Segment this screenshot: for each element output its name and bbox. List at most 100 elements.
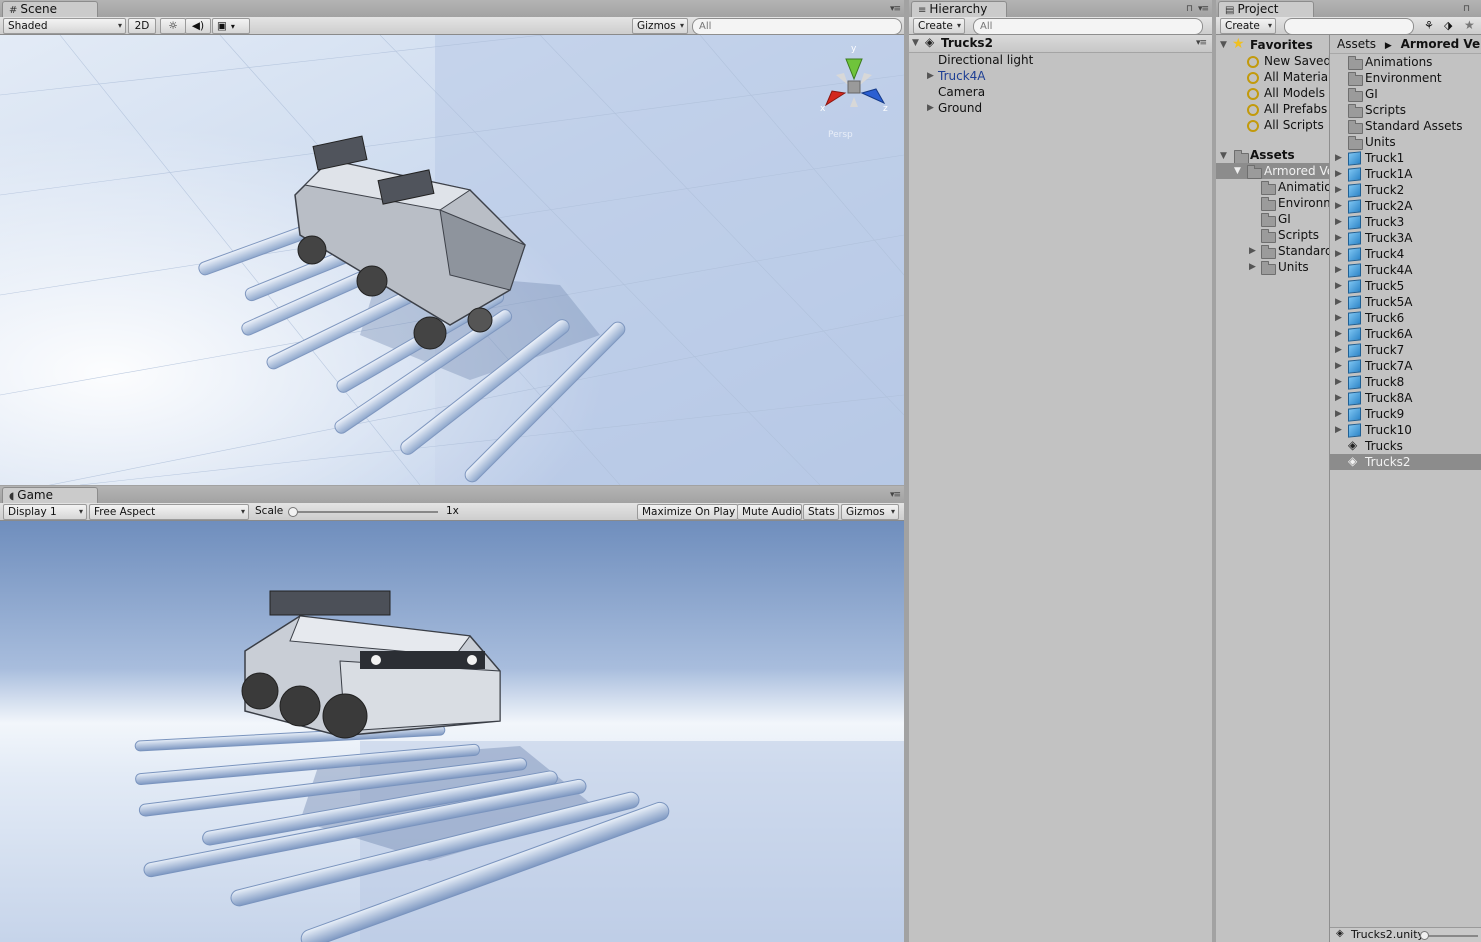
expand-arrow-icon[interactable]: ▼ <box>912 35 919 51</box>
asset-prefab[interactable]: ▶ Truck3 <box>1330 214 1481 230</box>
breadcrumb-current[interactable]: Armored Vehicles <box>1401 37 1481 51</box>
asset-folder[interactable]: Units <box>1330 134 1481 150</box>
tree-item-armored-vehicles[interactable]: ▼ Armored Vehicles <box>1216 163 1329 179</box>
asset-prefab[interactable]: ▶ Truck9 <box>1330 406 1481 422</box>
asset-prefab[interactable]: ▶ Truck6A <box>1330 326 1481 342</box>
favorite-item[interactable]: All Models <box>1216 85 1329 101</box>
hierarchy-create-dropdown[interactable]: Create <box>913 18 965 34</box>
hierarchy-item[interactable]: ▶ Ground <box>909 100 1212 116</box>
hierarchy-item[interactable]: Directional light <box>909 52 1212 68</box>
asset-folder[interactable]: Environment <box>1330 70 1481 86</box>
aspect-dropdown[interactable]: Free Aspect <box>89 504 249 520</box>
hierarchy-scene-root[interactable]: ▼ ◈ Trucks2 ▾≡ <box>909 35 1212 53</box>
hierarchy-search-input[interactable] <box>973 18 1203 35</box>
expand-arrow-icon[interactable]: ▶ <box>1249 259 1256 275</box>
tree-folder-item[interactable]: ▶ Standard Assets <box>1216 243 1329 259</box>
scale-slider[interactable] <box>288 507 438 517</box>
expand-arrow-icon[interactable]: ▶ <box>1335 342 1342 358</box>
favorite-item[interactable]: All Materials <box>1216 69 1329 85</box>
tab-scene[interactable]: # Scene <box>2 1 98 18</box>
assets-label[interactable]: Assets <box>1250 147 1295 163</box>
asset-prefab[interactable]: ▶ Truck4 <box>1330 246 1481 262</box>
expand-arrow-icon[interactable]: ▶ <box>1335 358 1342 374</box>
expand-arrow-icon[interactable]: ▶ <box>1335 294 1342 310</box>
effects-toggle[interactable]: ▣ ▾ <box>212 18 250 34</box>
panel-menu-icon[interactable]: ▾≡ <box>890 490 901 500</box>
expand-arrow-icon[interactable]: ▶ <box>1335 246 1342 262</box>
expand-arrow-icon[interactable]: ▶ <box>1335 278 1342 294</box>
expand-arrow-icon[interactable]: ▶ <box>1335 262 1342 278</box>
asset-folder[interactable]: Standard Assets <box>1330 118 1481 134</box>
expand-arrow-icon[interactable]: ▶ <box>1335 214 1342 230</box>
scale-slider-thumb[interactable] <box>288 507 298 517</box>
expand-arrow-icon[interactable]: ▶ <box>1335 230 1342 246</box>
asset-prefab[interactable]: ▶ Truck2 <box>1330 182 1481 198</box>
scene-menu-icon[interactable]: ▾≡ <box>1196 38 1207 48</box>
asset-prefab[interactable]: ▶ Truck8A <box>1330 390 1481 406</box>
asset-folder[interactable]: GI <box>1330 86 1481 102</box>
game-viewport[interactable] <box>0 521 904 942</box>
tree-folder-item[interactable]: GI <box>1216 211 1329 227</box>
expand-arrow-icon[interactable]: ▼ <box>1234 163 1241 179</box>
project-search-input[interactable] <box>1284 18 1414 35</box>
panel-menu-icon[interactable]: ▾≡ <box>1198 4 1209 14</box>
expand-arrow-icon[interactable]: ▶ <box>1335 326 1342 342</box>
scene-viewport[interactable]: y x z Persp <box>0 35 904 485</box>
asset-prefab[interactable]: ▶ Truck6 <box>1330 310 1481 326</box>
scene-search-input[interactable] <box>692 18 902 35</box>
favorite-item[interactable]: New Saved <box>1216 53 1329 69</box>
gizmos-dropdown[interactable]: Gizmos <box>632 18 688 34</box>
expand-arrow-icon[interactable]: ▶ <box>927 68 934 84</box>
filter-by-type-icon[interactable]: ⚘ <box>1424 19 1434 32</box>
favorite-item[interactable]: All Prefabs <box>1216 101 1329 117</box>
favorite-star-icon[interactable]: ★ <box>1464 18 1475 32</box>
asset-folder[interactable]: Animations <box>1330 54 1481 70</box>
audio-toggle[interactable]: ◀) <box>185 18 211 34</box>
tab-hierarchy[interactable]: ≡ Hierarchy <box>911 1 1007 18</box>
asset-prefab[interactable]: ▶ Truck3A <box>1330 230 1481 246</box>
favorite-item[interactable]: All Scripts <box>1216 117 1329 133</box>
maximize-on-play-toggle[interactable]: Maximize On Play <box>637 504 738 520</box>
lock-icon[interactable]: ⊓ <box>1463 4 1470 14</box>
expand-arrow-icon[interactable]: ▶ <box>1335 198 1342 214</box>
lighting-toggle[interactable]: ☼ <box>160 18 186 34</box>
filter-by-label-icon[interactable]: ⬗ <box>1444 19 1452 32</box>
expand-arrow-icon[interactable]: ▶ <box>1335 310 1342 326</box>
tree-folder-item[interactable]: Scripts <box>1216 227 1329 243</box>
tree-folder-item[interactable]: Animations <box>1216 179 1329 195</box>
expand-arrow-icon[interactable]: ▶ <box>1335 390 1342 406</box>
shading-mode-dropdown[interactable]: Shaded <box>3 18 126 34</box>
asset-folder[interactable]: Scripts <box>1330 102 1481 118</box>
asset-prefab[interactable]: ▶ Truck10 <box>1330 422 1481 438</box>
asset-prefab[interactable]: ▶ Truck2A <box>1330 198 1481 214</box>
tree-folder-item[interactable]: ▶ Units <box>1216 259 1329 275</box>
asset-prefab[interactable]: ▶ Truck4A <box>1330 262 1481 278</box>
asset-scene[interactable]: ◈ Trucks <box>1330 438 1481 454</box>
asset-prefab[interactable]: ▶ Truck7 <box>1330 342 1481 358</box>
tab-project[interactable]: ▤ Project <box>1218 1 1314 18</box>
asset-prefab[interactable]: ▶ Truck5 <box>1330 278 1481 294</box>
expand-arrow-icon[interactable]: ▶ <box>1335 406 1342 422</box>
favorites-expand-arrow[interactable]: ▼ <box>1220 37 1227 53</box>
breadcrumb-assets[interactable]: Assets <box>1337 37 1376 51</box>
icon-size-slider-thumb[interactable] <box>1420 931 1429 940</box>
tab-game[interactable]: ◖ Game <box>2 487 98 504</box>
asset-prefab[interactable]: ▶ Truck8 <box>1330 374 1481 390</box>
asset-prefab[interactable]: ▶ Truck1A <box>1330 166 1481 182</box>
expand-arrow-icon[interactable]: ▶ <box>1249 243 1256 259</box>
expand-arrow-icon[interactable]: ▶ <box>1335 374 1342 390</box>
asset-prefab[interactable]: ▶ Truck7A <box>1330 358 1481 374</box>
expand-arrow-icon[interactable]: ▶ <box>1335 422 1342 438</box>
expand-arrow-icon[interactable]: ▶ <box>1335 182 1342 198</box>
icon-size-slider[interactable] <box>1420 931 1478 940</box>
project-create-dropdown[interactable]: Create <box>1220 18 1276 34</box>
asset-prefab[interactable]: ▶ Truck1 <box>1330 150 1481 166</box>
tree-folder-item[interactable]: Environment <box>1216 195 1329 211</box>
game-gizmos-dropdown[interactable]: Gizmos <box>841 504 899 520</box>
expand-arrow-icon[interactable]: ▶ <box>1335 166 1342 182</box>
toggle-2d-button[interactable]: 2D <box>128 18 156 34</box>
assets-expand-arrow[interactable]: ▼ <box>1220 148 1227 164</box>
hierarchy-item[interactable]: ▶ Truck4A <box>909 68 1212 84</box>
lock-icon[interactable]: ⊓ <box>1186 4 1193 14</box>
panel-menu-icon[interactable]: ▾≡ <box>890 4 901 14</box>
